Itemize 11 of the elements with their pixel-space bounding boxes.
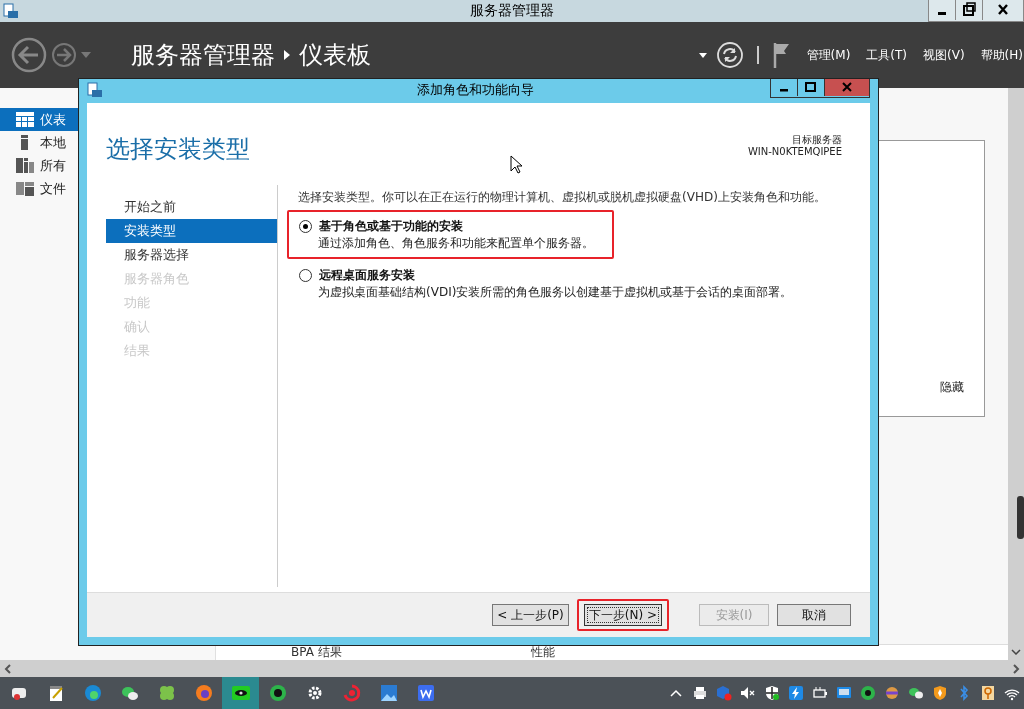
option-description: 为虚拟桌面基础结构(VDI)安装所需的角色服务以创建基于虚拟机或基于会话的桌面部署。 (317, 284, 793, 301)
window-title: 服务器管理器 (469, 2, 555, 20)
table-cell: 性能 (531, 645, 555, 660)
option-description: 通过添加角色、角色服务和功能来配置单个服务器。 (317, 235, 594, 252)
target-server: WIN-N0KTEMQIPEE (747, 146, 842, 158)
target-label: 目标服务器 (792, 134, 842, 146)
instruction-text: 选择安装类型。你可以在正在运行的物理计算机、虚拟机或脱机虚拟硬盘(VHD)上安装角色和功能。 (298, 189, 827, 206)
page-title: 仪表板 (299, 40, 371, 71)
table-cell-text: BPA 结果 (291, 645, 343, 660)
dialog-title: 添加角色和功能向导 (415, 81, 535, 99)
page-heading: 选择安装类型 (106, 134, 250, 165)
